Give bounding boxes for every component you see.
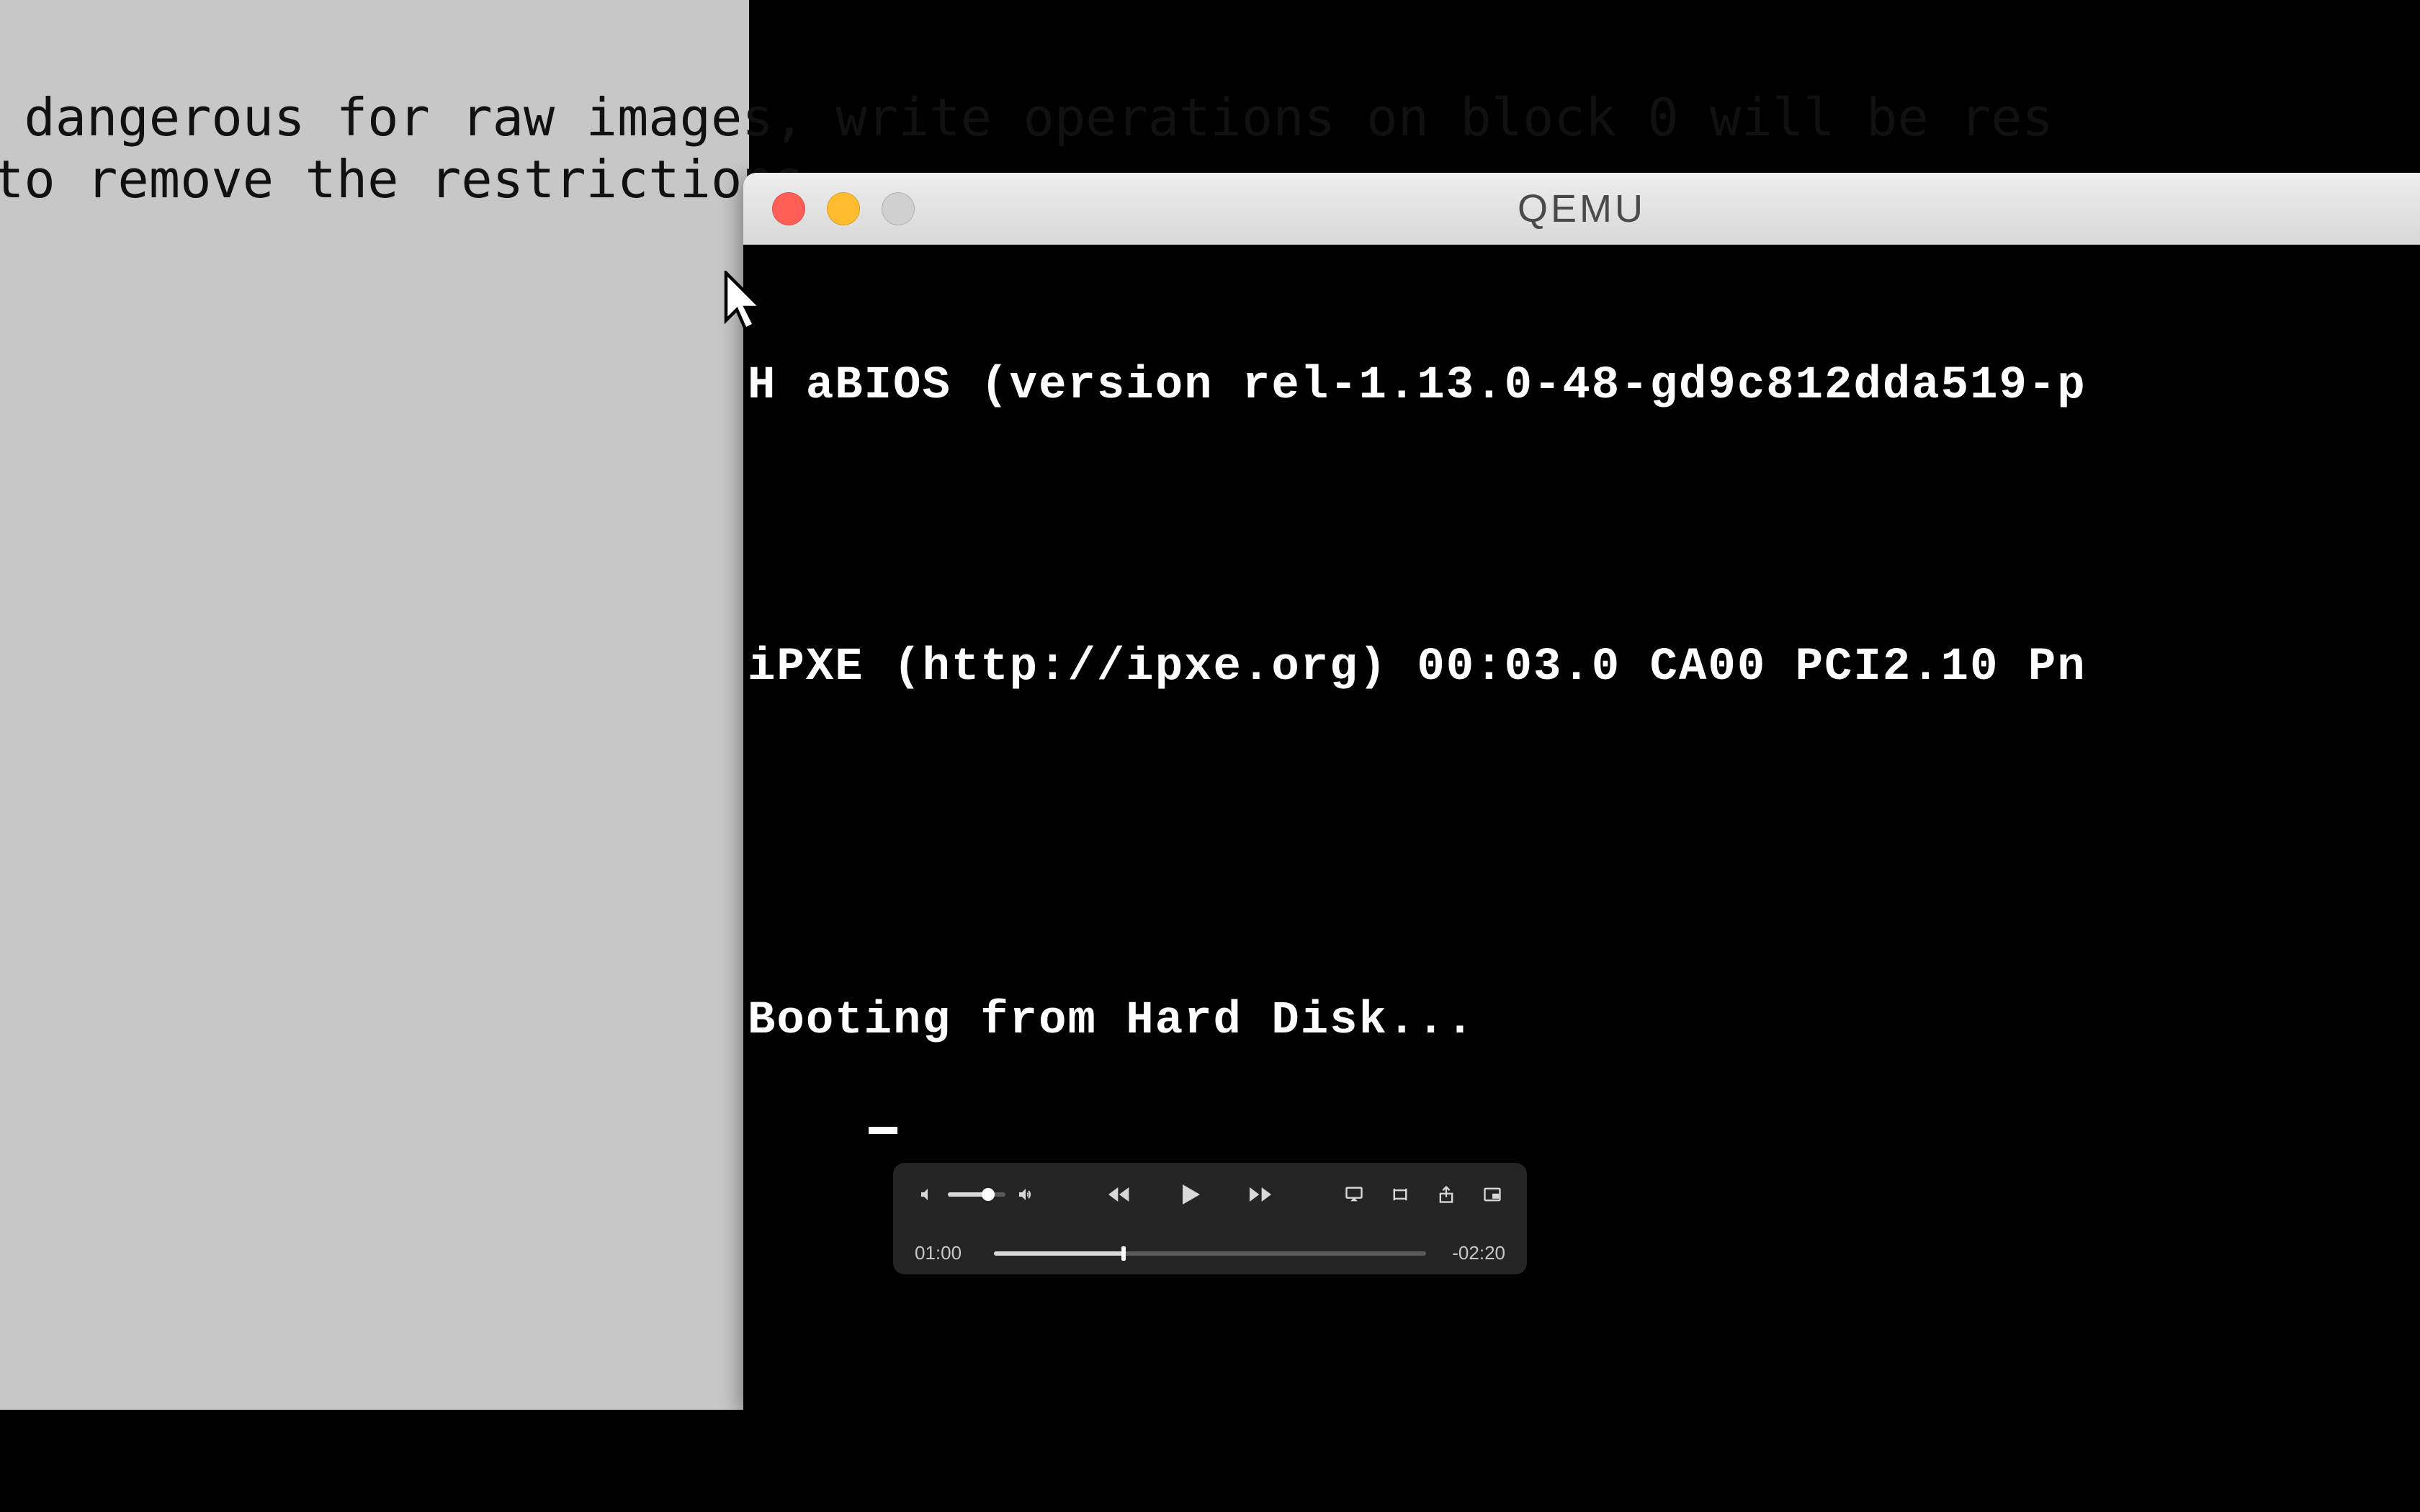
minimize-button[interactable] [827, 192, 860, 225]
media-player-controls: 01:00 -02:20 [893, 1163, 1527, 1274]
player-top-row [915, 1177, 1505, 1212]
picture-in-picture-icon[interactable] [1479, 1182, 1505, 1207]
player-right-controls [1341, 1182, 1505, 1207]
bios-line: H aBIOS (version rel-1.13.0-48-gd9c812dd… [748, 361, 2416, 411]
play-button[interactable] [1173, 1177, 1207, 1212]
mute-icon[interactable] [915, 1182, 941, 1207]
volume-thumb[interactable] [982, 1188, 995, 1201]
zoom-button[interactable] [882, 192, 915, 225]
window-title: QEMU [743, 186, 2420, 231]
traffic-lights [772, 192, 915, 225]
transport-controls [1102, 1177, 1278, 1212]
volume-up-icon[interactable] [1013, 1182, 1039, 1207]
elapsed-time: 01:00 [915, 1242, 980, 1264]
volume-slider[interactable] [948, 1192, 1005, 1197]
trim-icon[interactable] [1387, 1182, 1413, 1207]
text-cursor [869, 1127, 897, 1134]
airplay-icon[interactable] [1341, 1182, 1367, 1207]
fast-forward-button[interactable] [1243, 1177, 1278, 1212]
boot-line: Booting from Hard Disk... [748, 996, 2416, 1046]
titlebar[interactable]: QEMU [743, 173, 2420, 245]
seek-thumb[interactable] [1121, 1246, 1126, 1261]
ipxe-line: iPXE (http://ipxe.org) 00:03.0 CA00 PCI2… [748, 642, 2416, 693]
volume-control[interactable] [915, 1182, 1039, 1207]
background-terminal-panel: dangerous for raw images, write operatio… [0, 0, 749, 1410]
close-button[interactable] [772, 192, 805, 225]
bg-terminal-line-1: dangerous for raw images, write operatio… [0, 87, 2053, 148]
seek-fill [994, 1251, 1124, 1256]
share-icon[interactable] [1433, 1182, 1459, 1207]
rewind-button[interactable] [1102, 1177, 1137, 1212]
player-bottom-row: 01:00 -02:20 [915, 1242, 1505, 1264]
remaining-time: -02:20 [1440, 1242, 1505, 1264]
seek-slider[interactable] [994, 1251, 1426, 1256]
bg-terminal-line-2: to remove the restrictions [0, 149, 805, 210]
